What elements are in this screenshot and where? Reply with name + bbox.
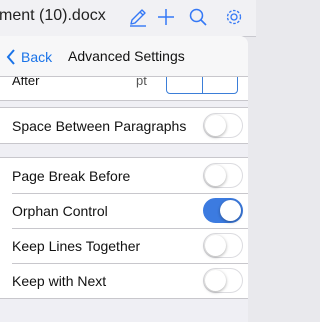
plus-icon[interactable]	[155, 6, 177, 28]
toggle-knob	[204, 269, 226, 291]
search-icon[interactable]	[187, 6, 209, 28]
setting-row-space-between-paragraphs: Space Between Paragraphs	[0, 108, 248, 143]
setting-label: Space Between Paragraphs	[12, 118, 187, 134]
setting-label: Page Break Before	[12, 168, 131, 184]
space-between-paragraphs-toggle[interactable]	[203, 113, 243, 138]
setting-label: Orphan Control	[12, 203, 108, 219]
back-button[interactable]: Back	[6, 47, 52, 67]
setting-label: Keep with Next	[12, 273, 107, 289]
setting-row-keep-lines-together: Keep Lines Together	[0, 228, 248, 263]
app-toolbar: ment (10).docx	[0, 0, 256, 37]
panel-title: Advanced Settings	[68, 48, 185, 64]
back-button-label: Back	[21, 49, 53, 65]
toggle-knob	[204, 114, 226, 136]
setting-label: Keep Lines Together	[12, 238, 141, 254]
toggle-knob	[204, 234, 226, 256]
gear-icon[interactable]	[223, 6, 245, 28]
keep-lines-together-toggle[interactable]	[203, 233, 243, 258]
chevron-left-icon	[6, 49, 15, 65]
panel-navbar: Back Advanced Settings	[0, 36, 248, 77]
setting-row-page-break-before: Page Break Before	[0, 158, 248, 193]
setting-row-orphan-control: Orphan Control	[0, 193, 248, 228]
toggle-knob	[220, 199, 241, 221]
pagination-section: Page Break Before Orphan Control Keep Li…	[0, 157, 248, 299]
paragraph-spacing-section: Space Between Paragraphs	[0, 107, 248, 144]
keep-with-next-toggle[interactable]	[203, 268, 243, 293]
toggle-knob	[204, 164, 226, 186]
pen-icon[interactable]	[127, 6, 149, 28]
page-break-before-toggle[interactable]	[203, 163, 243, 188]
setting-row-keep-with-next: Keep with Next	[0, 263, 248, 298]
advanced-settings-panel: Back Advanced Settings After pt Space Be…	[0, 36, 248, 322]
document-title[interactable]: ment (10).docx	[0, 7, 106, 25]
orphan-control-toggle[interactable]	[203, 198, 243, 223]
